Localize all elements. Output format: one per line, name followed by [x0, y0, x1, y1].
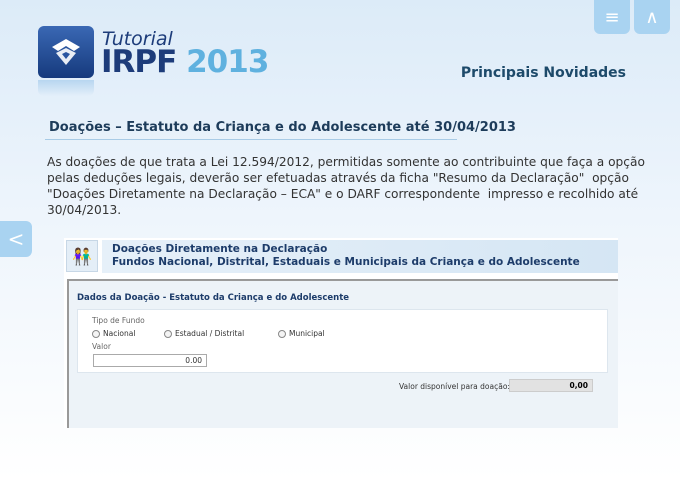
body-text: As doações de que trata a Lei 12.594/201…	[47, 155, 645, 217]
chevron-up-icon: ∧	[645, 6, 659, 28]
logo-reflection	[38, 80, 94, 96]
available-value: 0,00	[509, 379, 593, 392]
available-label: Valor disponível para doação:	[399, 382, 510, 391]
program-screenshot: 👫 Doações Diretamente na Declaração Fundo…	[64, 238, 618, 428]
form-header: Doações Diretamente na Declaração Fundos …	[102, 240, 618, 273]
fund-type-label: Tipo de Fundo	[92, 316, 145, 325]
panel-title: Dados da Doação - Estatuto da Criança e …	[77, 293, 350, 303]
children-icon: 👫	[66, 240, 98, 272]
donation-panel: Dados da Doação - Estatuto da Criança e …	[67, 279, 618, 428]
scroll-top-button[interactable]: ∧	[634, 0, 670, 34]
fund-box: Tipo de Fundo Nacional Estadual / Distri…	[77, 309, 608, 373]
valor-label: Valor	[92, 342, 111, 351]
menu-icon: ≡	[604, 6, 620, 28]
page-title: Doações – Estatuto da Criança e do Adole…	[49, 120, 516, 135]
chevron-left-icon: <	[7, 227, 25, 251]
radio-nacional[interactable]: Nacional	[92, 329, 135, 338]
radio-municipal[interactable]: Municipal	[278, 329, 325, 338]
menu-button[interactable]: ≡	[594, 0, 630, 34]
valor-input[interactable]: 0.00	[93, 354, 207, 367]
title-divider	[45, 139, 457, 140]
section-title: Principais Novidades	[460, 65, 626, 81]
radio-estadual[interactable]: Estadual / Distrital	[164, 329, 244, 338]
brand-title: IRPF 2013	[101, 44, 269, 80]
receita-logo-icon	[38, 26, 94, 78]
previous-page-button[interactable]: <	[0, 221, 32, 257]
